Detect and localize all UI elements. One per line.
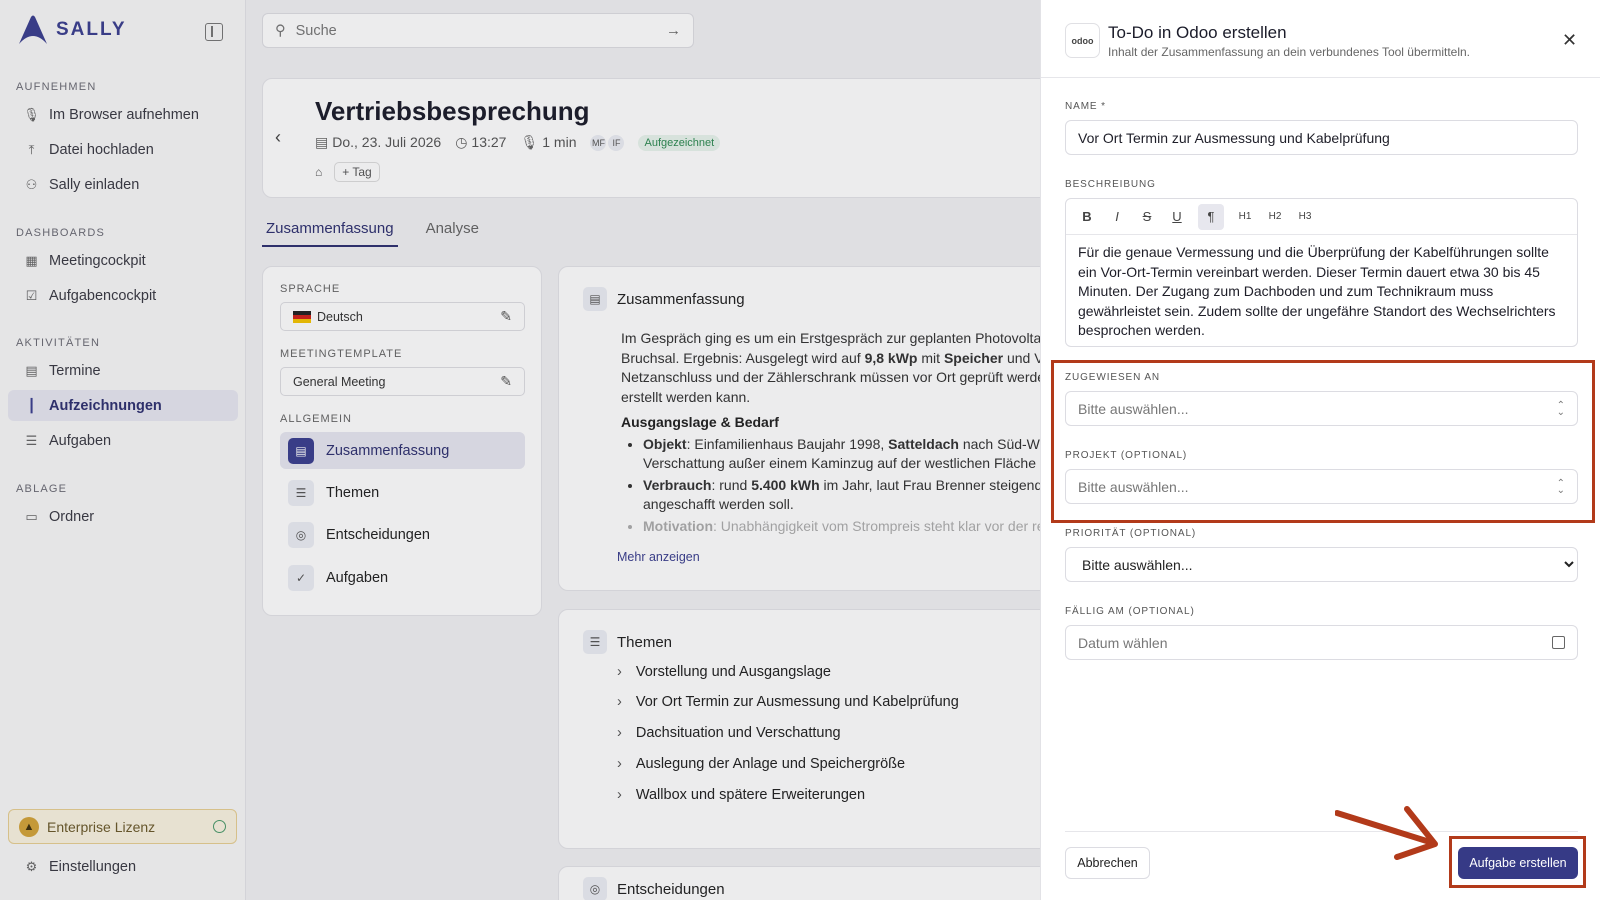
heading3-icon[interactable]: H3 [1296,211,1314,222]
priority-select[interactable]: Bitte auswählen... [1065,547,1578,582]
paragraph-icon[interactable]: ¶ [1198,203,1224,230]
calendar-icon[interactable] [1552,636,1565,649]
strikethrough-icon[interactable]: S [1138,209,1156,224]
heading1-icon[interactable]: H1 [1236,211,1254,222]
editor-toolbar: B I S U ¶ H1 H2 H3 [1066,199,1577,235]
description-label: BESCHREIBUNG [1065,179,1156,190]
divider [1065,831,1578,832]
due-date-placeholder: Datum wählen [1078,634,1168,651]
cancel-button[interactable]: Abbrechen [1065,847,1150,879]
odoo-logo-icon: odoo [1065,23,1100,58]
drawer-title: To-Do in Odoo erstellen [1108,23,1287,42]
close-icon[interactable]: ✕ [1562,30,1577,51]
underline-icon[interactable]: U [1168,209,1186,224]
annotation-arrow-icon [1335,806,1438,860]
bold-icon[interactable]: B [1078,209,1096,224]
annotation-highlight-box [1051,360,1595,523]
heading2-icon[interactable]: H2 [1266,211,1284,222]
drawer-subtitle: Inhalt der Zusammenfassung an dein verbu… [1108,45,1470,59]
italic-icon[interactable]: I [1108,209,1126,224]
divider [1041,77,1600,78]
annotation-button-highlight [1449,836,1586,888]
name-label: NAME * [1065,101,1106,112]
description-editor[interactable]: B I S U ¶ H1 H2 H3 Für die genaue Vermes… [1065,198,1578,347]
priority-label: PRIORITÄT (OPTIONAL) [1065,528,1197,539]
due-date-field[interactable]: Datum wählen [1065,625,1578,660]
due-date-label: FÄLLIG AM (OPTIONAL) [1065,606,1195,617]
description-text[interactable]: Für die genaue Vermessung und die Überpr… [1066,235,1577,349]
name-field[interactable]: Vor Ort Termin zur Ausmessung und Kabelp… [1065,120,1578,155]
modal-backdrop[interactable] [0,0,1040,900]
